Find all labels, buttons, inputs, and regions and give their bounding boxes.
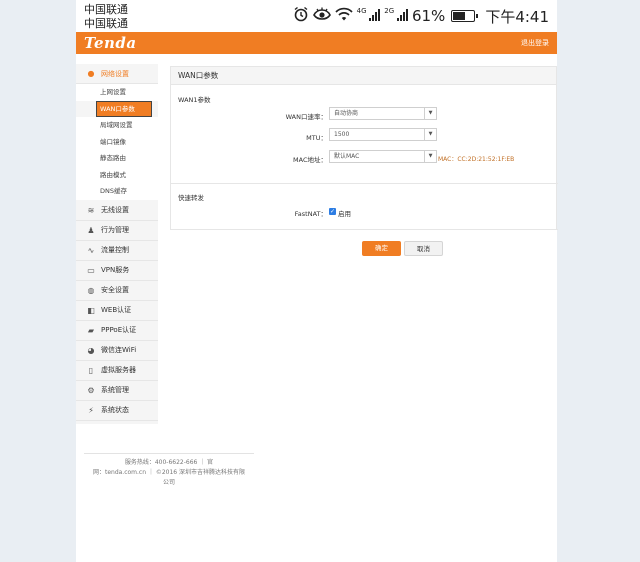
mac-value: 默认MAC bbox=[334, 153, 360, 160]
chevron-down-icon: ▼ bbox=[424, 129, 436, 140]
ok-button[interactable]: 确定 bbox=[362, 241, 401, 256]
wechat-icon: ◕ bbox=[87, 345, 95, 355]
wan-speed-value: 自动协商 bbox=[334, 110, 359, 117]
wifi-icon bbox=[335, 7, 353, 25]
network-globe-icon: ● bbox=[87, 69, 95, 78]
sidebar-item-label: 系统管理 bbox=[101, 386, 129, 394]
sidebar-item-system-status[interactable]: ⚡ 系统状态 bbox=[76, 401, 158, 421]
status-icons: 4G 2G 61% 下午4:41 bbox=[293, 6, 549, 26]
mtu-label: MTU： bbox=[306, 134, 327, 142]
sidebar-item-label: 网络设置 bbox=[101, 69, 129, 78]
footer-hotline: 服务热线：400-6622-666 ｜ 官 bbox=[124, 459, 214, 466]
sidebar-item-wechat-wifi[interactable]: ◕ 微信连WiFi bbox=[76, 341, 158, 361]
sidebar-item-pppoe-auth[interactable]: ▰ PPPoE认证 bbox=[76, 321, 158, 341]
sidebar-item-label: VPN服务 bbox=[101, 266, 130, 274]
sidebar-item-label: 行为管理 bbox=[101, 226, 129, 234]
section-divider bbox=[171, 183, 558, 184]
shield-icon: ◍ bbox=[87, 285, 95, 295]
user-icon: ♟ bbox=[87, 225, 95, 235]
tenda-logo: Tenda bbox=[84, 34, 137, 52]
sidebar-item-network-settings[interactable]: ● 网络设置 bbox=[76, 64, 158, 84]
sidebar-item-label: 虚拟服务器 bbox=[101, 366, 136, 374]
signal-4g-icon: 4G bbox=[357, 7, 381, 25]
cancel-button[interactable]: 取消 bbox=[404, 241, 443, 256]
sidebar: ● 网络设置 上网设置 WAN口参数 局域网设置 端口镜像 静态路由 路由模式 … bbox=[76, 64, 158, 424]
sidebar-item-vpn[interactable]: ▭ VPN服务 bbox=[76, 261, 158, 281]
footer-company: 公司 bbox=[162, 479, 175, 486]
sidebar-item-traffic[interactable]: ∿ 流量控制 bbox=[76, 241, 158, 261]
sidebar-subitem-lan-settings[interactable]: 局域网设置 bbox=[76, 117, 158, 134]
sidebar-subitem-internet-settings[interactable]: 上网设置 bbox=[76, 84, 158, 101]
app-header: Tenda 退出登录 bbox=[76, 32, 557, 54]
net-4g-label: 4G bbox=[356, 7, 367, 15]
eye-icon bbox=[312, 7, 331, 25]
sidebar-item-label: 安全设置 bbox=[101, 286, 129, 294]
fastnat-label: FastNAT： bbox=[294, 210, 327, 218]
pulse-icon: ⚡ bbox=[88, 405, 94, 415]
mac-address-note: MAC：CC:2D:21:52:1F:EB bbox=[438, 156, 515, 163]
fastnat-checkbox-label[interactable]: 启用 bbox=[338, 208, 351, 218]
alarm-icon bbox=[293, 6, 309, 26]
sidebar-subitem-route-mode[interactable]: 路由模式 bbox=[76, 166, 158, 183]
section-wan1-title: WAN1参数 bbox=[178, 96, 211, 104]
chevron-down-icon: ▼ bbox=[424, 108, 436, 119]
page-title: WAN口参数 bbox=[171, 67, 556, 85]
sidebar-item-label: 系统状态 bbox=[101, 406, 129, 414]
footer: 服务热线：400-6622-666 ｜ 官 网：tenda.com.cn ｜ ©… bbox=[82, 458, 256, 488]
sidebar-subitem-port-mirror[interactable]: 端口镜像 bbox=[76, 133, 158, 150]
gear-icon: ⚙ bbox=[87, 385, 95, 395]
mtu-select[interactable]: 1500 ▼ bbox=[329, 128, 437, 141]
mtu-value: 1500 bbox=[334, 131, 350, 138]
signal-2g-icon: 2G bbox=[384, 7, 408, 25]
sidebar-item-behavior[interactable]: ♟ 行为管理 bbox=[76, 221, 158, 241]
carrier-2: 中国联通 bbox=[84, 17, 128, 30]
sidebar-item-web-auth[interactable]: ◧ WEB认证 bbox=[76, 301, 158, 321]
wan-params-panel: WAN口参数 WAN1参数 WAN口速率： 自动协商 ▼ MTU： 1500 ▼… bbox=[170, 66, 558, 230]
pppoe-icon: ▰ bbox=[87, 325, 95, 335]
web-auth-icon: ◧ bbox=[87, 305, 95, 315]
sidebar-item-virtual-server[interactable]: ▯ 虚拟服务器 bbox=[76, 361, 158, 381]
vpn-icon: ▭ bbox=[87, 265, 95, 275]
clock: 下午4:41 bbox=[485, 7, 549, 26]
sidebar-item-label: 无线设置 bbox=[101, 206, 129, 214]
wifi-icon: ≋ bbox=[87, 205, 95, 215]
footer-website: 网：tenda.com.cn ｜ ©2016 深圳市吉祥腾达科技有限 bbox=[92, 469, 246, 476]
chevron-down-icon: ▼ bbox=[424, 151, 436, 162]
logout-link[interactable]: 退出登录 bbox=[521, 38, 549, 48]
sidebar-subitem-static-route[interactable]: 静态路由 bbox=[76, 150, 158, 167]
sidebar-item-label: WEB认证 bbox=[101, 306, 132, 314]
mac-label: MAC地址： bbox=[293, 156, 327, 164]
sidebar-item-label: 流量控制 bbox=[101, 246, 129, 254]
router-admin-page: 中国联通 中国联通 4G 2G 61% 下午4:41 Tenda 退出登录 ● … bbox=[76, 0, 558, 562]
section-fast-forward-title: 快速转发 bbox=[178, 194, 204, 202]
sidebar-subitem-dns-cache[interactable]: DNS缓存 bbox=[76, 183, 158, 200]
sidebar-item-security[interactable]: ◍ 安全设置 bbox=[76, 281, 158, 301]
battery-icon bbox=[451, 10, 479, 22]
battery-percent: 61% bbox=[411, 7, 446, 25]
battery-fill bbox=[453, 12, 466, 20]
traffic-icon: ∿ bbox=[87, 245, 95, 255]
phone-status-bar: 中国联通 中国联通 4G 2G 61% 下午4:41 bbox=[76, 0, 557, 32]
sidebar-item-label: 微信连WiFi bbox=[101, 346, 137, 354]
sidebar-item-label: PPPoE认证 bbox=[101, 326, 137, 334]
carrier-1: 中国联通 bbox=[84, 3, 128, 16]
net-2g-label: 2G bbox=[384, 7, 395, 15]
mac-select[interactable]: 默认MAC ▼ bbox=[329, 150, 437, 163]
fastnat-checkbox[interactable]: ✓ bbox=[329, 208, 336, 215]
panel-bottom-divider bbox=[171, 229, 558, 230]
wan-speed-select[interactable]: 自动协商 ▼ bbox=[329, 107, 437, 120]
server-icon: ▯ bbox=[88, 365, 94, 375]
sidebar-item-wireless[interactable]: ≋ 无线设置 bbox=[76, 201, 158, 221]
wan-speed-label: WAN口速率： bbox=[285, 113, 327, 121]
footer-divider bbox=[84, 453, 254, 454]
sidebar-subitem-wan-params[interactable]: WAN口参数 bbox=[96, 100, 152, 117]
sidebar-item-system-management[interactable]: ⚙ 系统管理 bbox=[76, 381, 158, 401]
